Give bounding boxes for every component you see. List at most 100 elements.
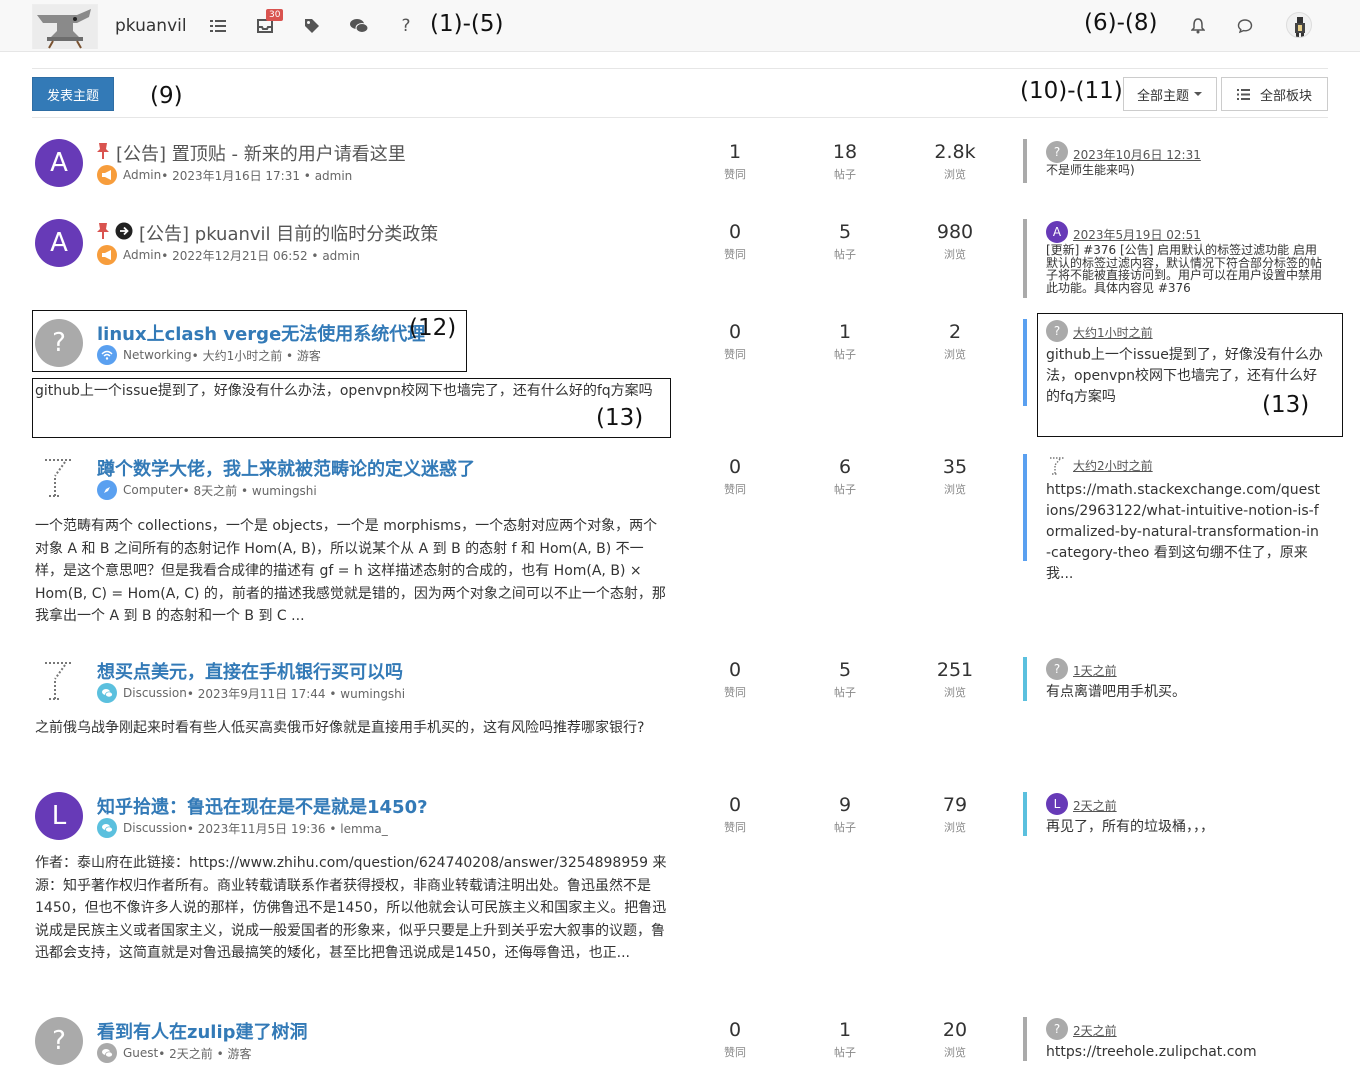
posts-stat: 18 帖子: [805, 141, 885, 182]
category-link[interactable]: Guest: [123, 1046, 158, 1060]
last-post-time-link[interactable]: 2023年10月6日 12:31: [1073, 146, 1201, 163]
last-post-avatar-pixel[interactable]: [1046, 455, 1068, 477]
views-label: 浏览: [944, 1046, 966, 1059]
top-navbar: pkuanvil 30 ? (1)-(5) (6)-(8): [0, 0, 1360, 52]
topic-teaser[interactable]: 作者：泰山府在此链接：https://www.zhihu.com/questio…: [35, 852, 669, 965]
category-link[interactable]: Networking: [123, 348, 192, 362]
views-count: 2.8k: [934, 141, 976, 163]
votes-stat: 0 赞同: [695, 456, 775, 497]
last-post-time-link[interactable]: 2023年5月19日 02:51: [1073, 226, 1201, 243]
author-avatar[interactable]: A: [35, 219, 83, 267]
last-post-avatar[interactable]: L: [1046, 793, 1068, 815]
unread-badge: 30: [266, 9, 284, 21]
list-icon[interactable]: [206, 14, 230, 38]
views-stat: 251 浏览: [915, 659, 995, 700]
annotation-last-post: (13): [1262, 392, 1310, 418]
topic-meta: Computer • 8天之前 • wumingshi: [97, 480, 317, 500]
topic-title-link[interactable]: [公告] pkuanvil 目前的临时分类政策: [139, 220, 438, 246]
last-post-bar: [1023, 1017, 1027, 1061]
last-post-time-link[interactable]: 2天之前: [1073, 1022, 1117, 1039]
last-post-bar: [1023, 219, 1027, 298]
votes-label: 赞同: [724, 348, 746, 361]
bell-icon[interactable]: [1186, 14, 1210, 38]
last-post-avatar[interactable]: ?: [1046, 658, 1068, 680]
all-topics-dropdown[interactable]: 全部主题: [1123, 77, 1217, 111]
posts-count: 5: [838, 221, 852, 243]
author-avatar-pixel[interactable]: [35, 454, 83, 502]
caret-down-icon: [1194, 92, 1202, 96]
posts-label: 帖子: [834, 821, 856, 834]
votes-count: 0: [728, 221, 742, 243]
all-topics-label: 全部主题: [1136, 88, 1189, 104]
topic-title-link[interactable]: 蹲个数学大佬，我上来就被范畴论的定义迷惑了: [97, 455, 475, 481]
views-stat: 2 浏览: [915, 321, 995, 362]
help-icon[interactable]: ?: [394, 14, 418, 38]
posts-count: 6: [838, 456, 852, 478]
all-categories-label: 全部板块: [1259, 88, 1312, 104]
last-post-time-link[interactable]: 1天之前: [1073, 662, 1117, 679]
last-post-avatar[interactable]: ?: [1046, 1018, 1068, 1040]
posts-label: 帖子: [834, 483, 856, 496]
topic-teaser[interactable]: 之前俄乌战争刚起来时看有些人低买高卖俄币好像就是直接用手机买的，这有风险吗推荐哪…: [35, 717, 669, 740]
votes-stat: 0 赞同: [695, 221, 775, 262]
topic-teaser[interactable]: github上一个issue提到了，好像没有什么办法，openvpn校网下也墙完…: [35, 381, 669, 402]
last-post-text: 不是师生能来吗): [1046, 163, 1135, 177]
topic-title-link[interactable]: linux上clash verge无法使用系统代理: [97, 320, 425, 346]
topic-title-link[interactable]: [公告] 置顶贴 - 新来的用户请看这里: [116, 140, 406, 166]
megaphone-icon: [97, 165, 117, 185]
comments-icon[interactable]: [347, 14, 371, 38]
all-categories-dropdown[interactable]: 全部板块: [1221, 77, 1328, 111]
annotation-nav-left: (1)-(5): [430, 11, 504, 37]
votes-stat: 1 赞同: [695, 141, 775, 182]
views-count: 251: [936, 659, 974, 681]
posts-label: 帖子: [834, 1046, 856, 1059]
author-avatar-pixel[interactable]: [35, 657, 83, 705]
views-label: 浏览: [944, 248, 966, 261]
site-logo[interactable]: [32, 4, 98, 49]
last-post-avatar[interactable]: ?: [1046, 141, 1068, 163]
author-avatar[interactable]: A: [35, 139, 83, 187]
last-post-bar: [1023, 657, 1027, 701]
posts-stat: 1 帖子: [805, 1019, 885, 1060]
views-count: 79: [942, 794, 968, 816]
last-post-avatar[interactable]: ?: [1046, 320, 1068, 342]
chat-icon[interactable]: [1233, 14, 1257, 38]
brand-title[interactable]: pkuanvil: [115, 16, 187, 36]
author-avatar[interactable]: L: [35, 792, 83, 840]
category-link[interactable]: Admin: [123, 168, 161, 182]
last-post-time-link[interactable]: 大约2小时之前: [1073, 457, 1153, 474]
category-link[interactable]: Discussion: [123, 821, 187, 835]
author-avatar[interactable]: ?: [35, 319, 83, 367]
views-stat: 35 浏览: [915, 456, 995, 497]
author-avatar[interactable]: ?: [35, 1017, 83, 1065]
last-post-time-link[interactable]: 大约1小时之前: [1073, 324, 1153, 341]
last-post-avatar[interactable]: A: [1046, 221, 1068, 243]
category-link[interactable]: Discussion: [123, 686, 187, 700]
views-stat: 79 浏览: [915, 794, 995, 835]
last-post-bar: [1023, 139, 1027, 183]
last-post-time-link[interactable]: 2天之前: [1073, 797, 1117, 814]
topic-meta: Networking • 大约1小时之前 • 游客: [97, 345, 321, 365]
views-count: 35: [942, 456, 968, 478]
category-link[interactable]: Admin: [123, 248, 161, 262]
toolbar-divider: [32, 117, 1328, 118]
votes-count: 0: [728, 456, 742, 478]
posts-label: 帖子: [834, 168, 856, 181]
topic-title-link[interactable]: 想买点美元，直接在手机银行买可以吗: [97, 658, 403, 684]
category-link[interactable]: Computer: [123, 483, 183, 497]
votes-count: 0: [728, 1019, 742, 1041]
user-avatar[interactable]: [1286, 12, 1312, 38]
posts-stat: 6 帖子: [805, 456, 885, 497]
last-post-bar: [1023, 319, 1027, 406]
posts-label: 帖子: [834, 248, 856, 261]
last-post-text: 有点离谱吧用手机买。: [1046, 684, 1186, 700]
comments-icon: [97, 1043, 117, 1063]
views-label: 浏览: [944, 686, 966, 699]
topic-teaser[interactable]: 一个范畴有两个 collections，一个是 objects，一个是 morp…: [35, 515, 669, 628]
last-post-bar: [1023, 792, 1027, 836]
votes-count: 0: [728, 794, 742, 816]
topic-title-link[interactable]: 知乎拾遗：鲁迅在现在是不是就是1450?: [97, 793, 428, 819]
topic-title-link[interactable]: 看到有人在zulip建了树洞: [97, 1018, 308, 1044]
new-topic-button[interactable]: 发表主题: [32, 77, 114, 111]
tags-icon[interactable]: [300, 14, 324, 38]
